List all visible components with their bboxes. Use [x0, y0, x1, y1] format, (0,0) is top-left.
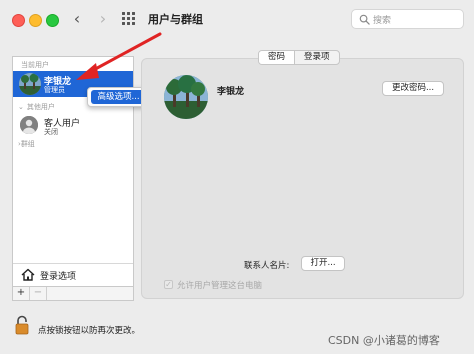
groups-heading[interactable]: ›群组 — [18, 139, 35, 149]
chevron-down-icon: ⌄ — [18, 103, 24, 111]
window-title: 用户与群组 — [148, 13, 203, 26]
change-password-button[interactable]: 更改密码... — [382, 81, 444, 96]
search-placeholder: 搜索 — [373, 16, 392, 26]
toolbar: ‹ › 用户与群组 搜索 — [0, 0, 474, 38]
user-avatar — [19, 73, 41, 95]
tab-bar: 密码 登录项 — [258, 50, 340, 65]
guest-state: 关闭 — [44, 128, 58, 136]
users-and-groups-window: ‹ › 用户与群组 搜索 当前用户 李银龙 管理员 ⌄ 其他用户 客人用户 关闭… — [0, 0, 474, 354]
lock-hint-text: 点按锁按钮以防再次更改。 — [38, 326, 141, 336]
add-user-button[interactable]: + — [13, 287, 30, 300]
add-remove-bar: + − — [12, 287, 134, 301]
open-contact-button[interactable]: 打开... — [301, 256, 345, 271]
tab-password[interactable]: 密码 — [259, 51, 295, 64]
search-field[interactable]: 搜索 — [351, 9, 464, 29]
guest-avatar-icon — [20, 116, 38, 134]
login-options-row[interactable]: 登录选项 — [13, 263, 133, 287]
grid-icon[interactable] — [122, 12, 138, 26]
advanced-options-menu-item[interactable]: 高级选项... — [91, 90, 146, 104]
contact-card-label: 联系人名片: — [244, 261, 290, 271]
tab-login-items[interactable]: 登录项 — [294, 51, 339, 64]
chevron-right-icon[interactable]: › — [93, 9, 113, 29]
chevron-left-icon[interactable]: ‹ — [67, 9, 87, 29]
current-users-heading: 当前用户 — [21, 61, 49, 69]
watermark: CSDN @小诸葛的博客 — [328, 334, 440, 347]
close-window-button[interactable] — [12, 14, 25, 27]
user-row-guest[interactable]: 客人用户 关闭 — [13, 113, 133, 137]
user-role: 管理员 — [44, 86, 65, 94]
zoom-window-button[interactable] — [46, 14, 59, 27]
minimize-window-button[interactable] — [29, 14, 42, 27]
home-icon — [21, 268, 35, 281]
login-options-label: 登录选项 — [40, 272, 77, 282]
other-users-heading[interactable]: ⌄ 其他用户 — [18, 102, 55, 112]
search-icon — [359, 14, 370, 25]
lock-icon[interactable] — [15, 315, 29, 335]
allow-admin-checkbox[interactable]: ✓ — [164, 280, 173, 289]
remove-user-button[interactable]: − — [30, 287, 47, 300]
profile-name: 李银龙 — [217, 87, 245, 97]
user-detail-panel: 李银龙 更改密码... 联系人名片: 打开... ✓ 允许用户管理这台电脑 — [141, 58, 464, 299]
allow-admin-label: 允许用户管理这台电脑 — [177, 281, 263, 291]
profile-avatar[interactable] — [164, 75, 208, 119]
